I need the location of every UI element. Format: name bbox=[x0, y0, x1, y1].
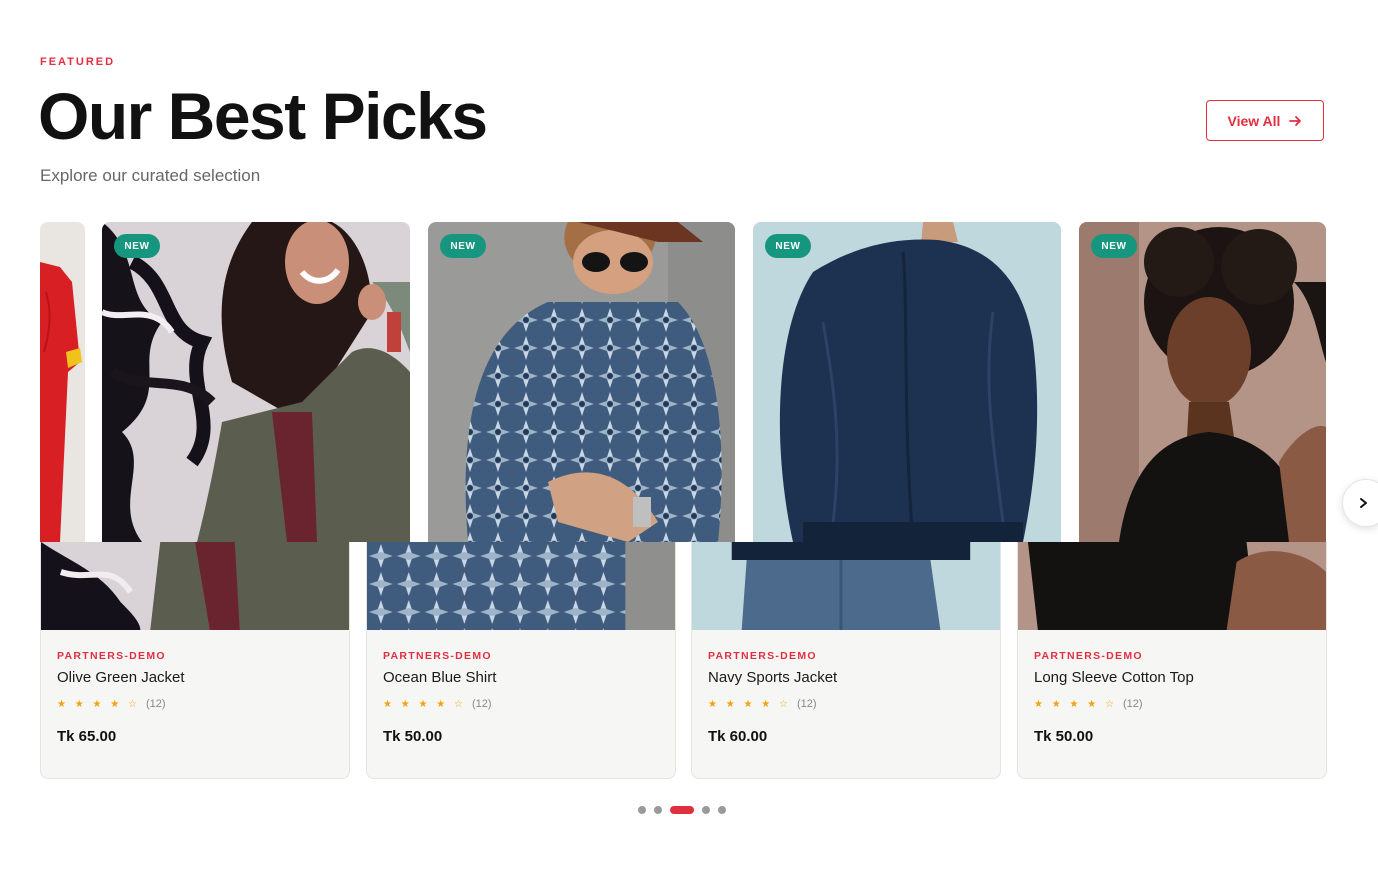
product-vendor: PARTNERS-DEMO bbox=[57, 650, 166, 662]
pagination-dot[interactable] bbox=[654, 806, 662, 814]
pagination-dot-active[interactable] bbox=[670, 806, 694, 814]
product-vendor: PARTNERS-DEMO bbox=[708, 650, 817, 662]
product-image-card[interactable] bbox=[40, 222, 85, 542]
review-count: (12) bbox=[1122, 698, 1143, 710]
view-all-button[interactable]: View All bbox=[1206, 100, 1324, 141]
product-photo bbox=[428, 222, 735, 542]
product-price: Tk 50.00 bbox=[1034, 728, 1094, 745]
product-price: Tk 60.00 bbox=[708, 728, 768, 745]
product-image-card[interactable]: NEW bbox=[1079, 222, 1326, 542]
product-name[interactable]: Olive Green Jacket bbox=[57, 669, 185, 686]
product-photo bbox=[40, 222, 85, 542]
pagination-dot[interactable] bbox=[702, 806, 710, 814]
arrow-right-icon bbox=[1289, 115, 1302, 126]
star-rating-icon: ★ ★ ★ ★ ☆ bbox=[383, 698, 466, 710]
review-count: (12) bbox=[145, 698, 166, 710]
product-rating: ★ ★ ★ ★ ☆ (12) bbox=[383, 698, 492, 710]
review-count: (12) bbox=[796, 698, 817, 710]
pagination-dot[interactable] bbox=[718, 806, 726, 814]
product-name[interactable]: Navy Sports Jacket bbox=[708, 669, 837, 686]
product-photo bbox=[102, 222, 410, 542]
product-image-bottom bbox=[367, 542, 675, 630]
product-photo bbox=[753, 222, 1061, 542]
product-image-row: NEW NEW NEW NEW bbox=[40, 222, 1326, 542]
product-image-bottom bbox=[692, 542, 1000, 630]
product-vendor: PARTNERS-DEMO bbox=[383, 650, 492, 662]
product-image-bottom bbox=[41, 542, 349, 630]
product-card[interactable]: PARTNERS-DEMO Olive Green Jacket ★ ★ ★ ★… bbox=[40, 542, 350, 779]
product-rating: ★ ★ ★ ★ ☆ (12) bbox=[708, 698, 817, 710]
new-badge: NEW bbox=[440, 234, 486, 258]
product-rating: ★ ★ ★ ★ ☆ (12) bbox=[1034, 698, 1143, 710]
product-rating: ★ ★ ★ ★ ☆ (12) bbox=[57, 698, 166, 710]
product-card[interactable]: PARTNERS-DEMO Ocean Blue Shirt ★ ★ ★ ★ ☆… bbox=[366, 542, 676, 779]
star-rating-icon: ★ ★ ★ ★ ☆ bbox=[708, 698, 791, 710]
new-badge: NEW bbox=[114, 234, 160, 258]
product-photo bbox=[1079, 222, 1326, 542]
carousel-next-button[interactable] bbox=[1342, 479, 1378, 527]
section-title: Our Best Picks bbox=[38, 79, 488, 153]
product-image-card[interactable]: NEW bbox=[102, 222, 410, 542]
product-card[interactable]: PARTNERS-DEMO Long Sleeve Cotton Top ★ ★… bbox=[1017, 542, 1327, 779]
review-count: (12) bbox=[471, 698, 492, 710]
featured-eyebrow: FEATURED bbox=[40, 56, 116, 68]
pagination-dot[interactable] bbox=[638, 806, 646, 814]
product-price: Tk 65.00 bbox=[57, 728, 117, 745]
new-badge: NEW bbox=[765, 234, 811, 258]
carousel-pagination bbox=[638, 806, 726, 814]
product-image-card[interactable]: NEW bbox=[753, 222, 1061, 542]
product-name[interactable]: Ocean Blue Shirt bbox=[383, 669, 496, 686]
product-card[interactable]: PARTNERS-DEMO Navy Sports Jacket ★ ★ ★ ★… bbox=[691, 542, 1001, 779]
product-image-card[interactable]: NEW bbox=[428, 222, 735, 542]
star-rating-icon: ★ ★ ★ ★ ☆ bbox=[57, 698, 140, 710]
product-image-bottom bbox=[1018, 542, 1326, 630]
section-subtitle: Explore our curated selection bbox=[40, 166, 261, 185]
chevron-right-icon bbox=[1360, 498, 1367, 508]
new-badge: NEW bbox=[1091, 234, 1137, 258]
product-name[interactable]: Long Sleeve Cotton Top bbox=[1034, 669, 1194, 686]
star-rating-icon: ★ ★ ★ ★ ☆ bbox=[1034, 698, 1117, 710]
view-all-label: View All bbox=[1227, 112, 1281, 129]
product-price: Tk 50.00 bbox=[383, 728, 443, 745]
product-vendor: PARTNERS-DEMO bbox=[1034, 650, 1143, 662]
